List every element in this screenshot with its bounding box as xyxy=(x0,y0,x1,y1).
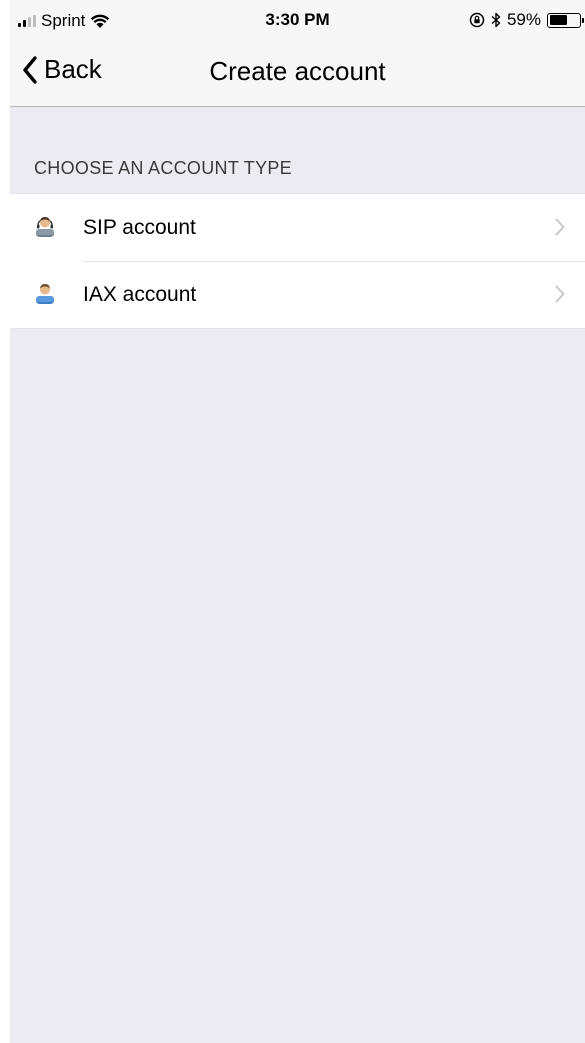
battery-fill xyxy=(549,15,567,25)
status-bar: Sprint 3:30 PM 59% xyxy=(10,0,585,40)
navigation-bar: Back Create account xyxy=(10,40,585,107)
battery-icon xyxy=(547,12,584,28)
screen: Sprint 3:30 PM 59% Back Create account C… xyxy=(10,0,585,1043)
list-item-sip-account[interactable]: SIP account xyxy=(10,194,585,261)
battery-percent: 59% xyxy=(506,10,541,29)
chevron-right-icon xyxy=(555,218,565,236)
user-icon xyxy=(36,284,54,304)
user-icon xyxy=(36,217,54,237)
chevron-right-icon xyxy=(555,285,565,303)
page-title: Create account xyxy=(209,56,386,86)
account-type-list: SIP account IAX account xyxy=(10,193,585,329)
list-item-label: IAX account xyxy=(83,282,197,306)
section-header: CHOOSE AN ACCOUNT TYPE xyxy=(34,158,292,178)
list-item-label: SIP account xyxy=(83,215,196,239)
orientation-lock-icon xyxy=(469,12,485,28)
bluetooth-icon xyxy=(491,12,501,28)
status-right: 59% xyxy=(469,10,584,30)
list-item-iax-account[interactable]: IAX account xyxy=(10,261,585,328)
